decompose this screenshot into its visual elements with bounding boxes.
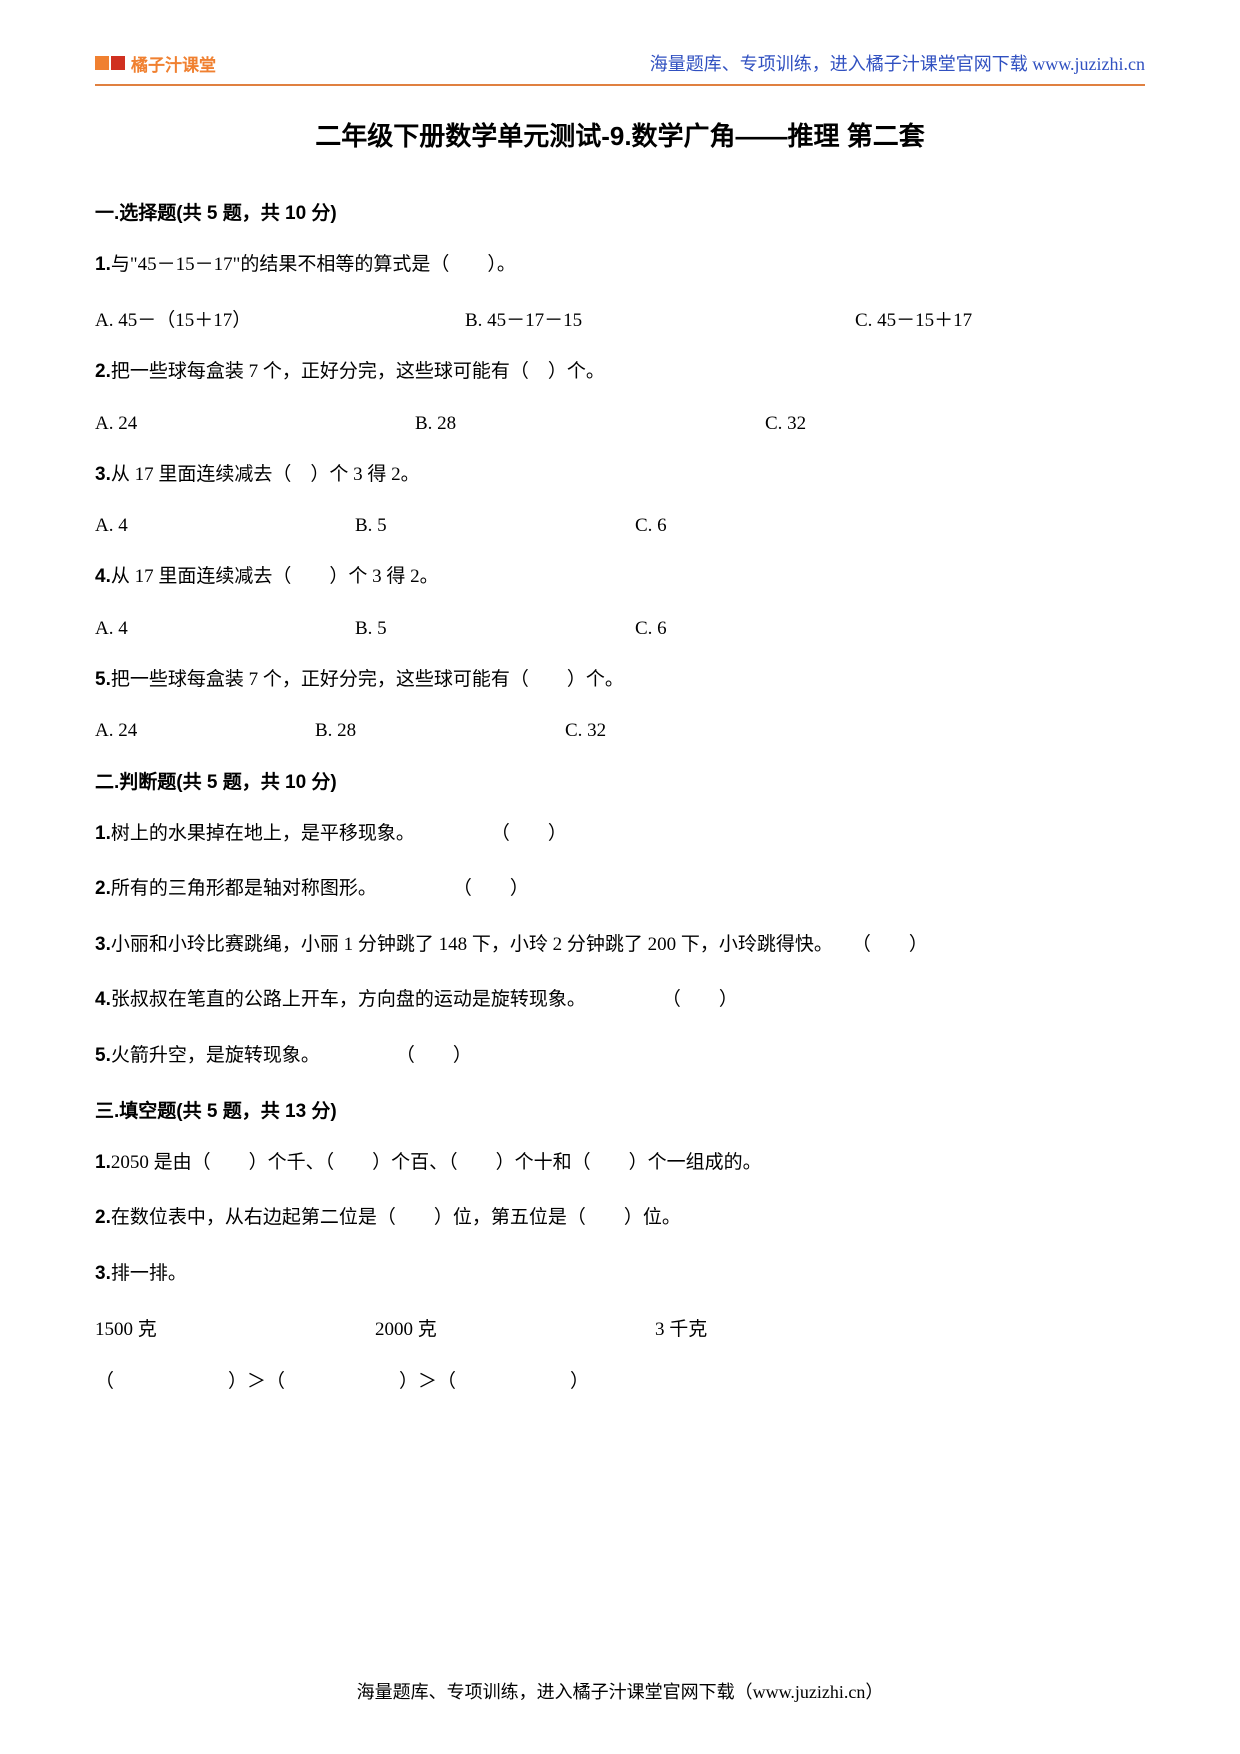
s3-q3-values: 1500 克 2000 克 3 千克 (95, 1314, 1145, 1341)
s1-q4: 4.从 17 里面连续减去（ ）个 3 得 2。 (95, 562, 1145, 592)
s1-q2-opt-a: A. 24 (95, 413, 415, 435)
s1-q3-options: A. 4 B. 5 C. 6 (95, 515, 1145, 537)
s3-q1-text: 2050 是由（ ）个千、（ ）个百、（ ）个十和（ ）个一组成的。 (111, 1152, 762, 1173)
s1-q5: 5.把一些球每盒装 7 个，正好分完，这些球可能有（ ）个。 (95, 665, 1145, 695)
s1-q3-text: 从 17 里面连续减去（ ）个 3 得 2。 (111, 464, 420, 485)
s1-q5-text: 把一些球每盒装 7 个，正好分完，这些球可能有（ ）个。 (111, 669, 624, 690)
s2-q2-text: 所有的三角形都是轴对称图形。 （ ） (111, 878, 529, 899)
header-link-text: 海量题库、专项训练，进入橘子汁课堂官网下载 www.juzizhi.cn (650, 50, 1145, 76)
s1-q2: 2.把一些球每盒装 7 个，正好分完，这些球可能有（ ）个。 (95, 357, 1145, 387)
s1-q5-opt-a: A. 24 (95, 720, 315, 742)
s1-q3: 3.从 17 里面连续减去（ ）个 3 得 2。 (95, 460, 1145, 490)
page-container: 橘子汁课堂 海量题库、专项训练，进入橘子汁课堂官网下载 www.juzizhi.… (0, 0, 1240, 1448)
s2-q5-text: 火箭升空，是旋转现象。 （ ） (111, 1045, 472, 1066)
s1-q2-opt-c: C. 32 (765, 413, 1145, 435)
page-footer: 海量题库、专项训练，进入橘子汁课堂官网下载（www.juzizhi.cn） (0, 1678, 1240, 1704)
s1-q3-opt-b: B. 5 (355, 515, 635, 537)
page-header: 橘子汁课堂 海量题库、专项训练，进入橘子汁课堂官网下载 www.juzizhi.… (95, 50, 1145, 86)
s1-q2-options: A. 24 B. 28 C. 32 (95, 413, 1145, 435)
s1-q5-opt-c: C. 32 (565, 720, 1145, 742)
logo-area: 橘子汁课堂 (95, 51, 216, 76)
s3-q1: 1.2050 是由（ ）个千、（ ）个百、（ ）个十和（ ）个一组成的。 (95, 1148, 1145, 1178)
s3-q3-val1: 1500 克 (95, 1314, 375, 1341)
s2-q1: 1.树上的水果掉在地上，是平移现象。 （ ） (95, 819, 1145, 849)
s1-q2-opt-b: B. 28 (415, 413, 765, 435)
s1-q3-opt-a: A. 4 (95, 515, 355, 537)
logo-text: 橘子汁课堂 (131, 51, 216, 76)
section1-header: 一.选择题(共 5 题，共 10 分) (95, 198, 1145, 225)
s1-q4-options: A. 4 B. 5 C. 6 (95, 618, 1145, 640)
s1-q5-options: A. 24 B. 28 C. 32 (95, 720, 1145, 742)
s1-q1-text: 与"45－15－17"的结果不相等的算式是（ ）。 (111, 254, 516, 275)
page-title: 二年级下册数学单元测试-9.数学广角——推理 第二套 (95, 116, 1145, 153)
s3-q3: 3.排一排。 (95, 1259, 1145, 1289)
s1-q1: 1.与"45－15－17"的结果不相等的算式是（ ）。 (95, 250, 1145, 280)
section3-header: 三.填空题(共 5 题，共 13 分) (95, 1096, 1145, 1123)
s1-q1-opt-a: A. 45－（15＋17） (95, 305, 465, 332)
s2-q5: 5.火箭升空，是旋转现象。 （ ） (95, 1041, 1145, 1071)
s3-q3-val2: 2000 克 (375, 1314, 655, 1341)
s1-q1-options: A. 45－（15＋17） B. 45－17－15 C. 45－15＋17 (95, 305, 1145, 332)
section2-header: 二.判断题(共 5 题，共 10 分) (95, 767, 1145, 794)
s2-q4: 4.张叔叔在笔直的公路上开车，方向盘的运动是旋转现象。 （ ） (95, 985, 1145, 1015)
s3-q2: 2.在数位表中，从右边起第二位是（ ）位，第五位是（ ）位。 (95, 1203, 1145, 1233)
s2-q3-text: 小丽和小玲比赛跳绳，小丽 1 分钟跳了 148 下，小玲 2 分钟跳了 200 … (111, 934, 928, 955)
logo-icon (95, 56, 125, 70)
s1-q1-opt-b: B. 45－17－15 (465, 305, 855, 332)
s1-q5-opt-b: B. 28 (315, 720, 565, 742)
s2-q2: 2.所有的三角形都是轴对称图形。 （ ） (95, 874, 1145, 904)
s3-q3-text: 排一排。 (111, 1263, 187, 1284)
s1-q1-opt-c: C. 45－15＋17 (855, 305, 1145, 332)
s1-q4-opt-c: C. 6 (635, 618, 1145, 640)
s3-q3-answer: （ ）＞（ ）＞（ ） (95, 1366, 1145, 1393)
s2-q4-text: 张叔叔在笔直的公路上开车，方向盘的运动是旋转现象。 （ ） (111, 989, 738, 1010)
s1-q4-opt-b: B. 5 (355, 618, 635, 640)
s1-q4-opt-a: A. 4 (95, 618, 355, 640)
s1-q3-opt-c: C. 6 (635, 515, 1145, 537)
s3-q3-val3: 3 千克 (655, 1314, 1145, 1341)
s3-q2-text: 在数位表中，从右边起第二位是（ ）位，第五位是（ ）位。 (111, 1207, 681, 1228)
s2-q1-text: 树上的水果掉在地上，是平移现象。 （ ） (111, 823, 567, 844)
s1-q2-text: 把一些球每盒装 7 个，正好分完，这些球可能有（ ）个。 (111, 361, 605, 382)
s2-q3: 3.小丽和小玲比赛跳绳，小丽 1 分钟跳了 148 下，小玲 2 分钟跳了 20… (95, 930, 1145, 960)
s1-q4-text: 从 17 里面连续减去（ ）个 3 得 2。 (111, 566, 439, 587)
